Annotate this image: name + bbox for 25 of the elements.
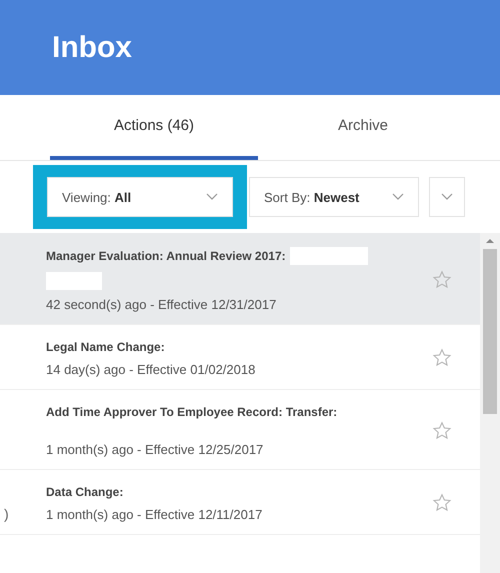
item-meta: 1 month(s) ago - Effective 12/11/2017 (46, 507, 264, 522)
star-icon[interactable] (432, 420, 452, 440)
chevron-down-icon (392, 193, 404, 201)
item-title: Add Time Approver To Employee Record: Transfer: (46, 405, 338, 419)
star-icon[interactable] (432, 348, 452, 368)
dropdown[interactable]: Viewing: All (47, 177, 233, 217)
page-title: Inbox (52, 30, 132, 64)
tab[interactable]: Archive (258, 95, 468, 160)
expand-button[interactable] (429, 177, 465, 217)
chevron-down-icon (206, 193, 218, 201)
scrollbar-thumb[interactable] (483, 249, 497, 414)
item-title: Manager Evaluation: Annual Review 2017: (46, 249, 286, 263)
edge-glyph: ) (4, 506, 9, 522)
star-icon[interactable] (432, 270, 452, 290)
star-icon[interactable] (432, 493, 452, 513)
item-title: Legal Name Change: (46, 340, 165, 354)
item-meta: 1 month(s) ago - Effective 12/25/2017 (46, 442, 264, 457)
tab[interactable]: Actions (46) (50, 95, 258, 160)
item-title: Data Change: (46, 485, 124, 499)
item-meta: 42 second(s) ago - Effective 12/31/2017 (46, 297, 278, 312)
chevron-down-icon (441, 193, 453, 201)
inbox-item[interactable]: Manager Evaluation: Annual Review 2017: 42 second(s) ago - Effective 12/31/2017 (0, 233, 480, 325)
dropdown[interactable]: Sort By: Newest (249, 177, 419, 217)
item-meta: 14 day(s) ago - Effective 01/02/2018 (46, 362, 256, 377)
scrollbar[interactable] (480, 233, 500, 573)
